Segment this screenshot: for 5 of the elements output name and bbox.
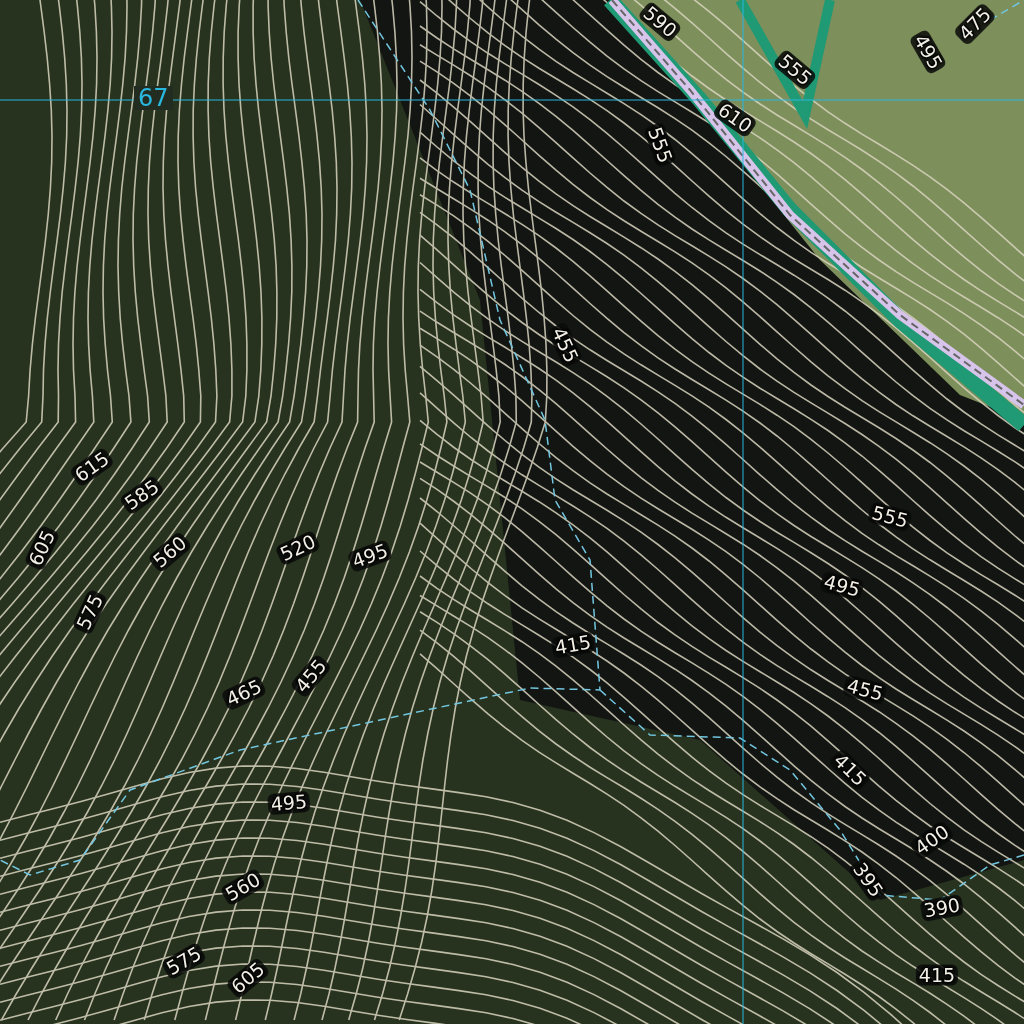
grid-label: 67 (134, 86, 173, 110)
contour-label: 605 (23, 524, 61, 572)
contour-label: 415 (915, 964, 959, 986)
contour-label: 495 (267, 790, 311, 816)
contour-label: 390 (919, 894, 965, 922)
